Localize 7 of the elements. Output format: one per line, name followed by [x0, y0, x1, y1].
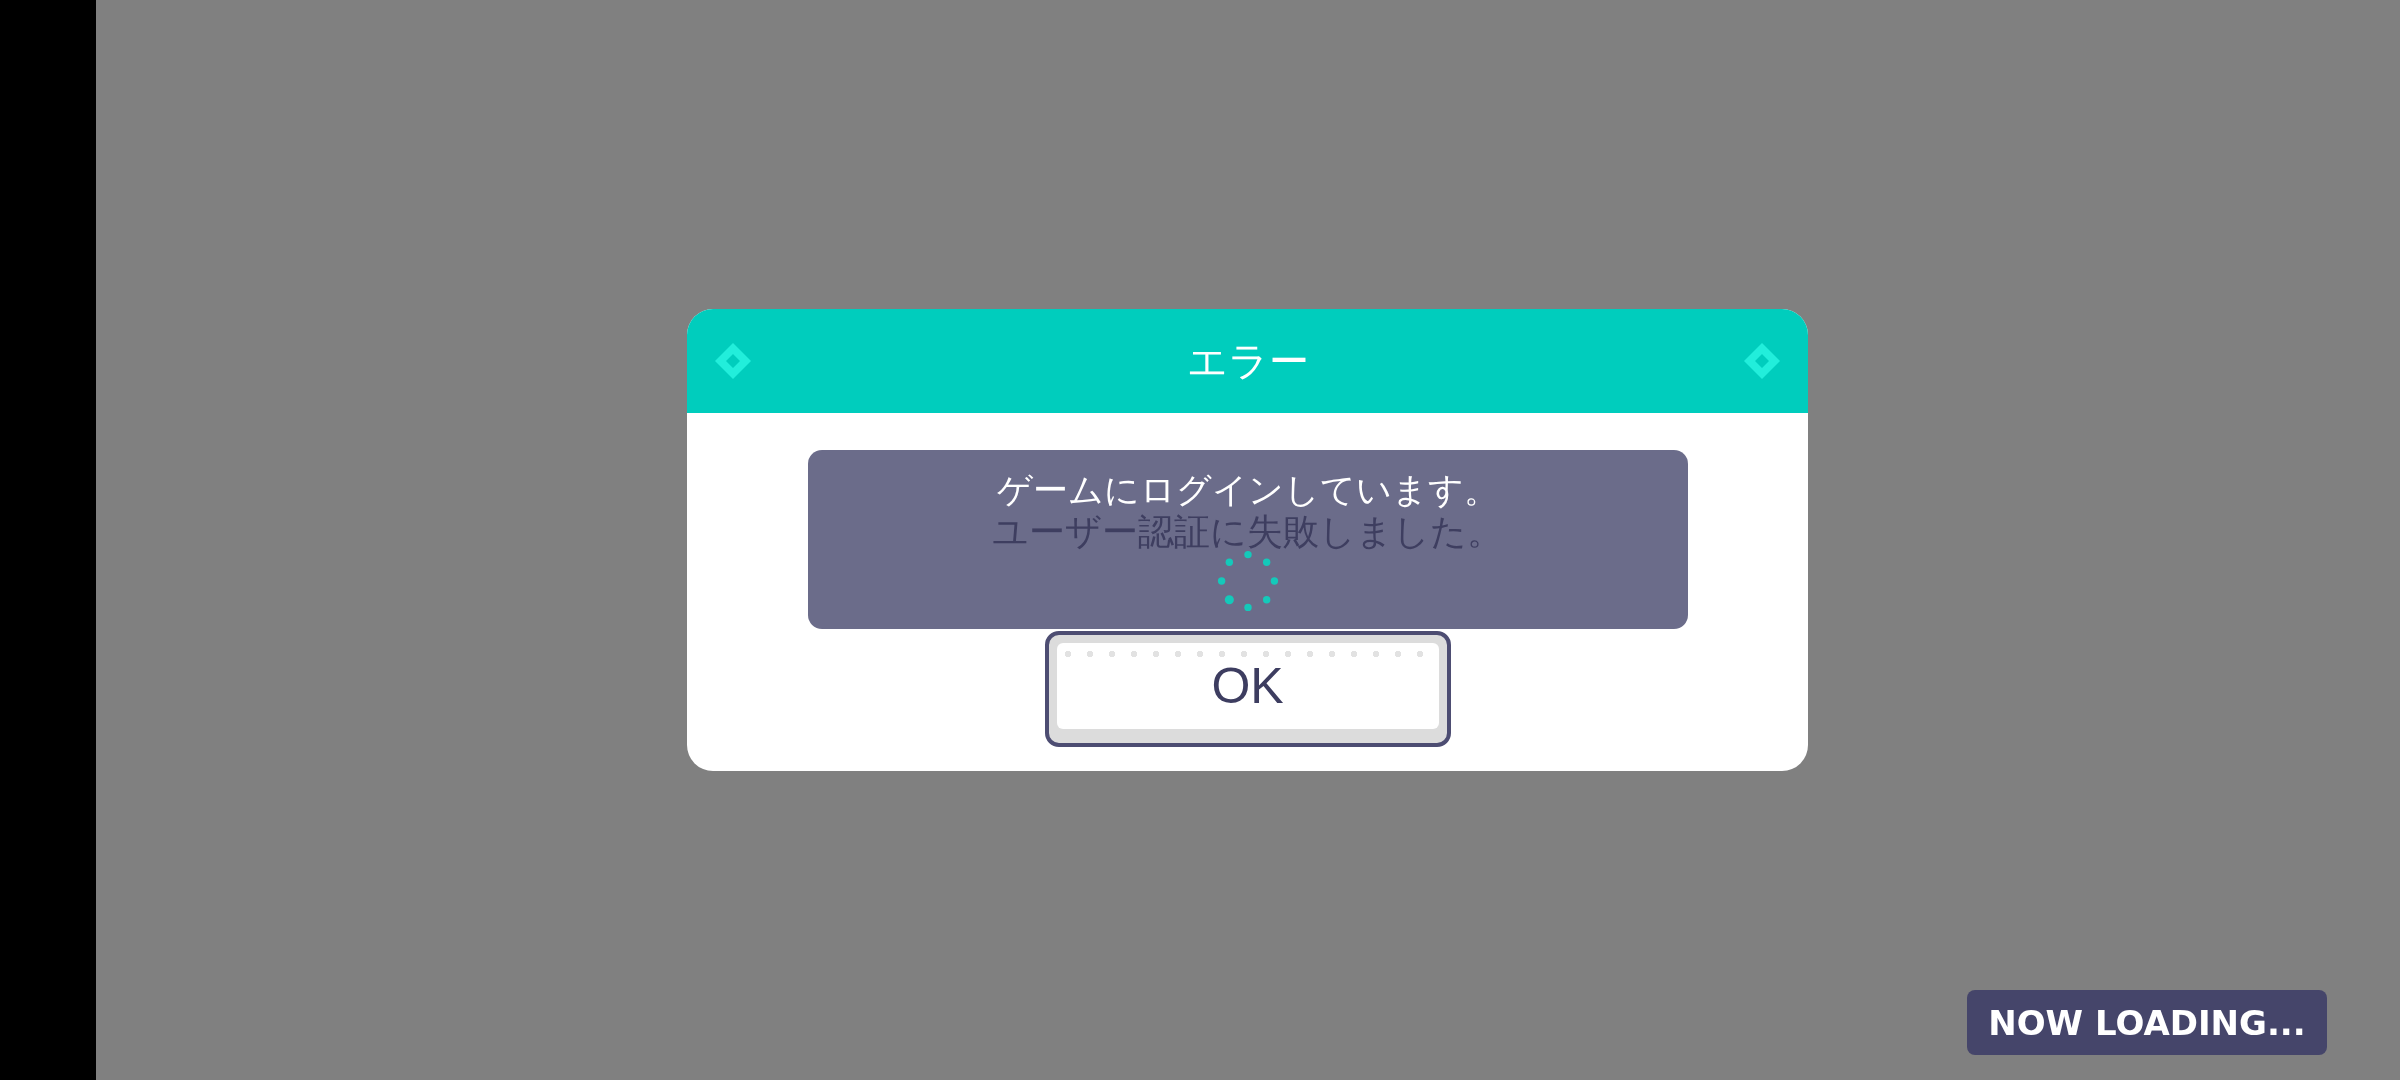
spinner-icon	[1215, 548, 1281, 614]
diamond-icon	[1742, 341, 1782, 381]
diamond-icon	[713, 341, 753, 381]
now-loading-badge: NOW LOADING...	[1967, 990, 2327, 1055]
ok-button[interactable]: OK	[1044, 631, 1451, 747]
loading-message: ゲームにログインしています。	[997, 472, 1499, 508]
dialog-title: エラー	[1186, 336, 1309, 386]
